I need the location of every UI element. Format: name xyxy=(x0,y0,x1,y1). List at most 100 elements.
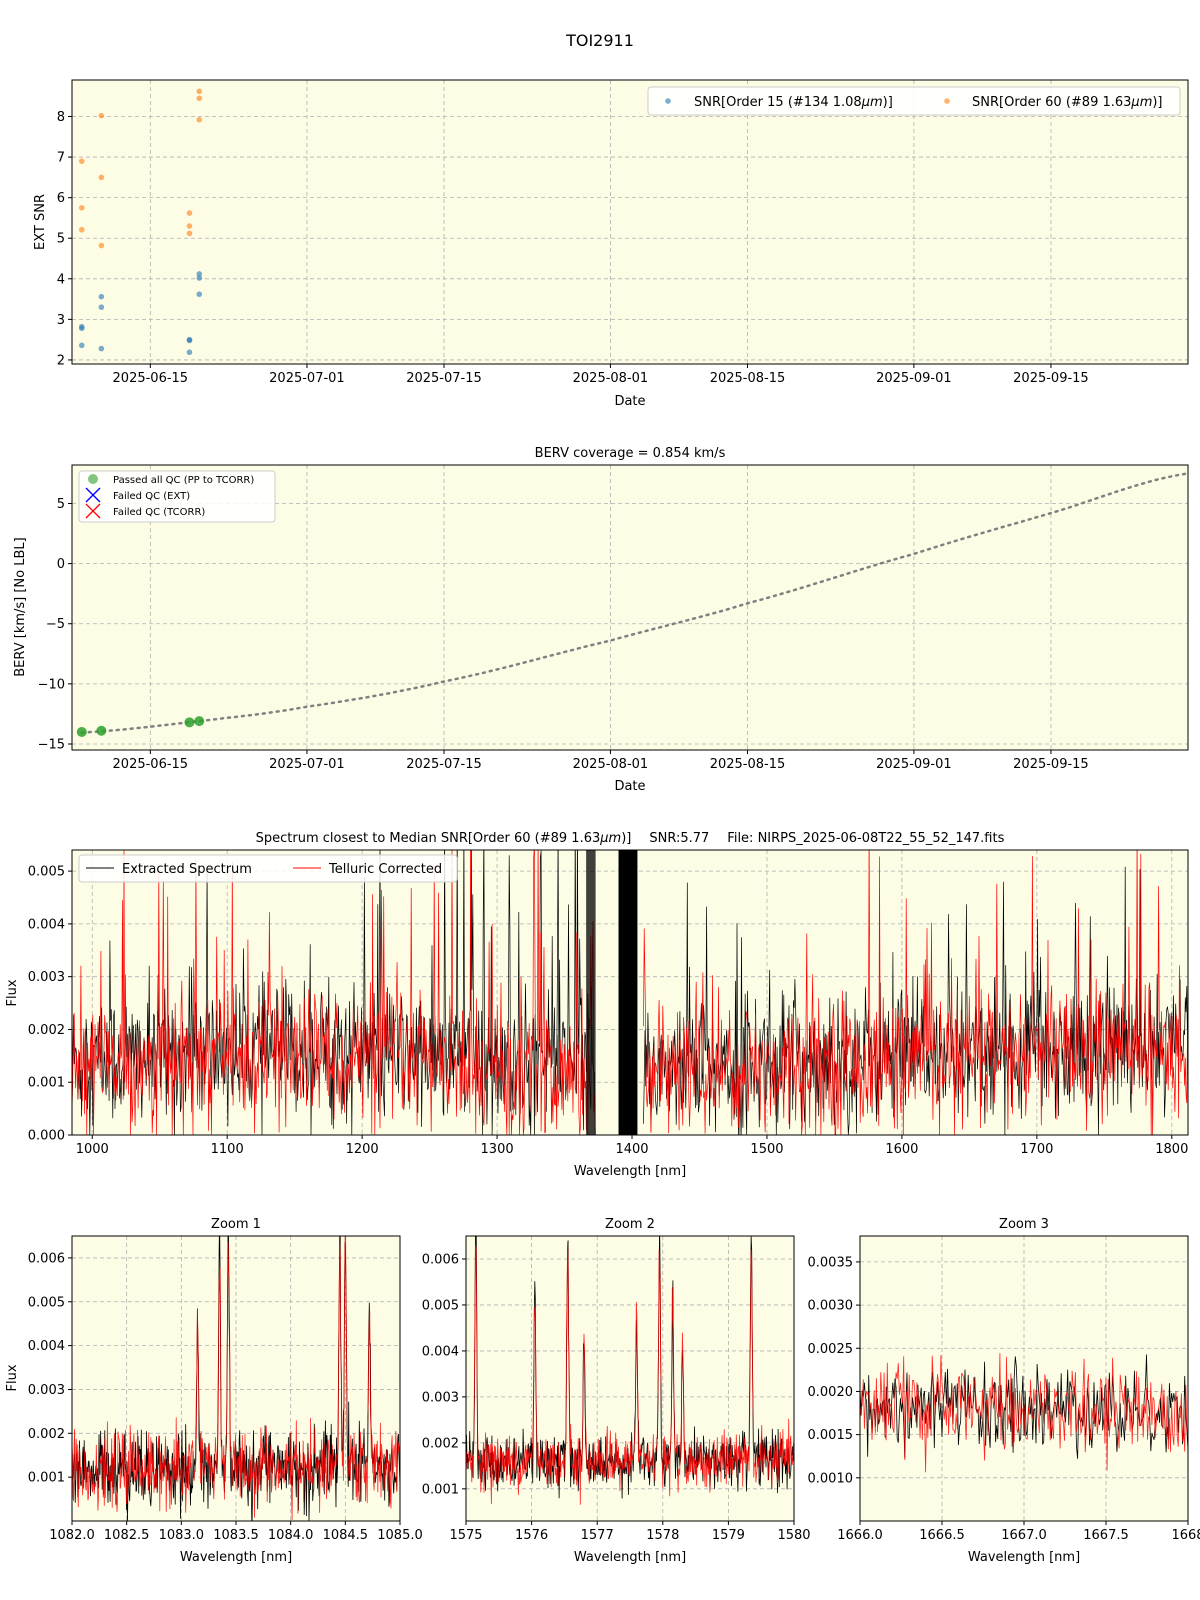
order60-point xyxy=(186,210,193,216)
zoom2-x-tick-label: 1577 xyxy=(581,1528,614,1543)
berv-x-tick-label: 2025-07-15 xyxy=(406,757,482,772)
berv-panel: BERV coverage = 0.854 km/s 2025-06-15 202… xyxy=(13,446,1190,794)
spectrum-y-axis-label: Flux xyxy=(5,979,20,1006)
spectrum-y-tick-label: 0.005 xyxy=(28,865,65,880)
order60-point xyxy=(98,112,105,119)
berv-x-tick-label: 2025-06-15 xyxy=(113,757,189,772)
snr-panel: 2025-06-15 2025-07-01 2025-07-15 2025-08-01… xyxy=(33,79,1189,409)
berv-passed-point xyxy=(96,725,107,736)
snr-y-axis-label: EXT SNR xyxy=(33,194,48,250)
zoom1-x-tick-label: 1084.5 xyxy=(323,1528,369,1543)
order15-point xyxy=(196,275,203,281)
zoom3-x-tick-label: 1667.5 xyxy=(1083,1528,1129,1543)
berv-y-tick-label: −5 xyxy=(46,617,65,632)
spectrum-y-tick-label: 0.004 xyxy=(28,917,65,932)
berv-x-tick-label: 2025-08-15 xyxy=(710,757,786,772)
legend-order60-marker xyxy=(944,98,950,104)
zoom2-x-tick-label: 1576 xyxy=(515,1528,548,1543)
zoom3-y-tick-label: 0.0020 xyxy=(808,1385,854,1400)
spectrum-legend: Extracted Spectrum Telluric Corrected xyxy=(78,854,458,883)
berv-y-tick-label: −15 xyxy=(38,737,65,752)
legend-passed-label: Passed all QC (PP to TCORR) xyxy=(113,475,254,486)
berv-passed-point xyxy=(194,716,205,727)
zoom1-panel: Zoom 1 1082.0 1082.5 1083.0 1083.5 1084.0 108… xyxy=(5,1217,423,1565)
order60-point xyxy=(186,230,193,237)
snr-x-axis-label: Date xyxy=(614,394,645,409)
spectrum-x-tick-label: 1100 xyxy=(211,1142,244,1157)
zoom1-y-tick-label: 0.004 xyxy=(28,1339,65,1354)
legend-extracted-label: Extracted Spectrum xyxy=(122,862,252,877)
zoom3-y-tick-label: 0.0035 xyxy=(808,1255,854,1270)
spectrum-x-tick-label: 1200 xyxy=(346,1142,379,1157)
order15-point xyxy=(186,349,193,356)
order60-point xyxy=(196,88,203,95)
zoom2-x-tick-label: 1580 xyxy=(777,1528,810,1543)
order15-point xyxy=(98,345,105,352)
zoom3-x-tick-label: 1666.0 xyxy=(837,1528,883,1543)
zoom1-x-tick-label: 1082.5 xyxy=(104,1528,150,1543)
zoom1-x-tick-label: 1082.0 xyxy=(49,1528,95,1543)
legend-failed-tcorr-label: Failed QC (TCORR) xyxy=(113,507,205,518)
order60-point xyxy=(78,158,85,164)
zoom1-title: Zoom 1 xyxy=(211,1217,261,1232)
legend-order60-label: SNR[Order 60 (#89 1.63μm)] xyxy=(972,95,1163,110)
berv-x-tick-label: 2025-09-01 xyxy=(876,757,952,772)
zoom2-x-tick-label: 1579 xyxy=(712,1528,745,1543)
zoom3-x-tick-label: 1667.0 xyxy=(1001,1528,1047,1543)
snr-x-tick-label: 2025-07-15 xyxy=(406,371,482,386)
snr-x-tick-label: 2025-08-01 xyxy=(573,371,649,386)
zoom3-x-tick-label: 1666.5 xyxy=(919,1528,965,1543)
spectrum-panel: Spectrum closest to Median SNR[Order 60 … xyxy=(5,831,1189,1179)
order60-point xyxy=(78,226,85,233)
order15-point xyxy=(98,293,105,300)
zoom2-x-tick-label: 1575 xyxy=(449,1528,482,1543)
zoom3-title: Zoom 3 xyxy=(999,1217,1049,1232)
figure: TOI2911 2025-06-15 2025-07-01 2025-07-15 20… xyxy=(5,31,1200,1565)
order60-point xyxy=(196,116,203,123)
spectrum-x-axis-label: Wavelength [nm] xyxy=(574,1164,686,1179)
legend-order15-label: SNR[Order 15 (#134 1.08μm)] xyxy=(694,95,893,110)
zoom1-x-axis-label: Wavelength [nm] xyxy=(180,1550,292,1565)
zoom2-y-tick-label: 0.005 xyxy=(422,1298,459,1313)
berv-y-tick-label: −10 xyxy=(38,677,65,692)
spectrum-y-tick-label: 0.001 xyxy=(28,1076,65,1091)
legend-order15-marker xyxy=(665,98,671,104)
zoom3-panel: Zoom 3 1666.0 1666.5 1667.0 1667.5 1668 0.00… xyxy=(808,1217,1200,1565)
berv-y-tick-label: 0 xyxy=(57,557,65,572)
berv-legend: Passed all QC (PP to TCORR) Failed QC (E… xyxy=(78,470,276,523)
figure-title: TOI2911 xyxy=(565,31,634,50)
berv-passed-point xyxy=(184,717,195,728)
berv-x-tick-label: 2025-07-01 xyxy=(269,757,345,772)
berv-x-tick-label: 2025-08-01 xyxy=(573,757,649,772)
spectrum-x-tick-label: 1700 xyxy=(1020,1142,1053,1157)
spectrum-y-tick-label: 0.003 xyxy=(28,970,65,985)
spectrum-title: Spectrum closest to Median SNR[Order 60 … xyxy=(256,831,1005,846)
snr-x-tick-label: 2025-09-01 xyxy=(876,371,952,386)
zoom1-y-tick-label: 0.002 xyxy=(28,1427,65,1442)
snr-y-tick-label: 4 xyxy=(57,272,65,287)
order60-point xyxy=(186,223,193,229)
spectrum-x-tick-label: 1500 xyxy=(750,1142,783,1157)
zoom1-y-tick-label: 0.001 xyxy=(28,1471,65,1486)
zoom2-y-tick-label: 0.002 xyxy=(422,1436,459,1451)
zoom3-x-axis-label: Wavelength [nm] xyxy=(968,1550,1080,1565)
zoom3-y-tick-label: 0.0015 xyxy=(808,1428,854,1443)
legend-telluric-label: Telluric Corrected xyxy=(328,862,442,877)
zoom1-x-tick-label: 1083.5 xyxy=(213,1528,259,1543)
snr-x-tick-label: 2025-08-15 xyxy=(710,371,786,386)
zoom3-x-tick-label: 1668 xyxy=(1171,1528,1200,1543)
zoom1-x-tick-label: 1084.0 xyxy=(268,1528,314,1543)
zoom2-y-tick-label: 0.001 xyxy=(422,1482,459,1497)
zoom1-y-tick-label: 0.003 xyxy=(28,1383,65,1398)
zoom3-y-tick-label: 0.0010 xyxy=(808,1471,854,1486)
spectrum-x-tick-label: 1600 xyxy=(885,1142,918,1157)
snr-x-tick-label: 2025-06-15 xyxy=(113,371,189,386)
zoom2-panel: Zoom 2 1575 1576 1577 1578 1579 1580 0.001 0.0… xyxy=(422,1217,811,1565)
snr-x-tick-label: 2025-09-15 xyxy=(1013,371,1089,386)
spectrum-x-tick-label: 1800 xyxy=(1155,1142,1188,1157)
zoom2-y-tick-label: 0.006 xyxy=(422,1252,459,1267)
legend-passed-marker xyxy=(88,474,98,484)
spectrum-x-tick-label: 1000 xyxy=(76,1142,109,1157)
snr-x-tick-label: 2025-07-01 xyxy=(269,371,345,386)
saturated-band xyxy=(586,850,596,1135)
